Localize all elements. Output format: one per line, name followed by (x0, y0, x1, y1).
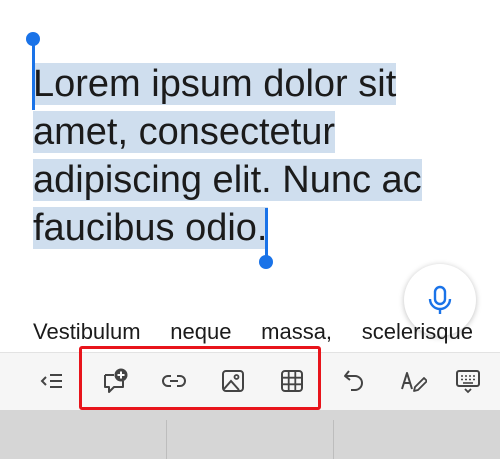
keyboard-area (0, 410, 500, 459)
selected-line: faucibus odio. (33, 207, 268, 249)
keyboard-divider (166, 420, 167, 459)
selection-end-handle[interactable] (259, 255, 273, 269)
selected-line: amet, consectetur (33, 111, 336, 153)
draw-button[interactable] (393, 361, 433, 401)
selection-start-caret (32, 40, 35, 110)
draw-pen-icon (401, 372, 427, 392)
selected-paragraph[interactable]: Lorem ipsum dolor sit amet, consectetur … (33, 60, 473, 252)
keyboard-icon (456, 370, 480, 394)
microphone-icon (428, 285, 452, 314)
selected-line: adipiscing elit. Nunc ac (33, 159, 422, 201)
outdent-button[interactable] (32, 361, 72, 401)
selection-end-caret (265, 208, 268, 258)
keyboard-divider (333, 420, 334, 459)
selected-line: Lorem ipsum dolor sit (33, 63, 397, 105)
body-paragraph[interactable]: Vestibulum neque massa, scelerisque (33, 319, 473, 345)
keyboard-button[interactable] (448, 361, 488, 401)
outdent-icon (40, 374, 62, 388)
document-canvas[interactable]: Lorem ipsum dolor sit amet, consectetur … (0, 0, 500, 352)
undo-button[interactable] (334, 361, 374, 401)
undo-icon (344, 370, 363, 391)
highlight-annotation-box (79, 346, 321, 410)
